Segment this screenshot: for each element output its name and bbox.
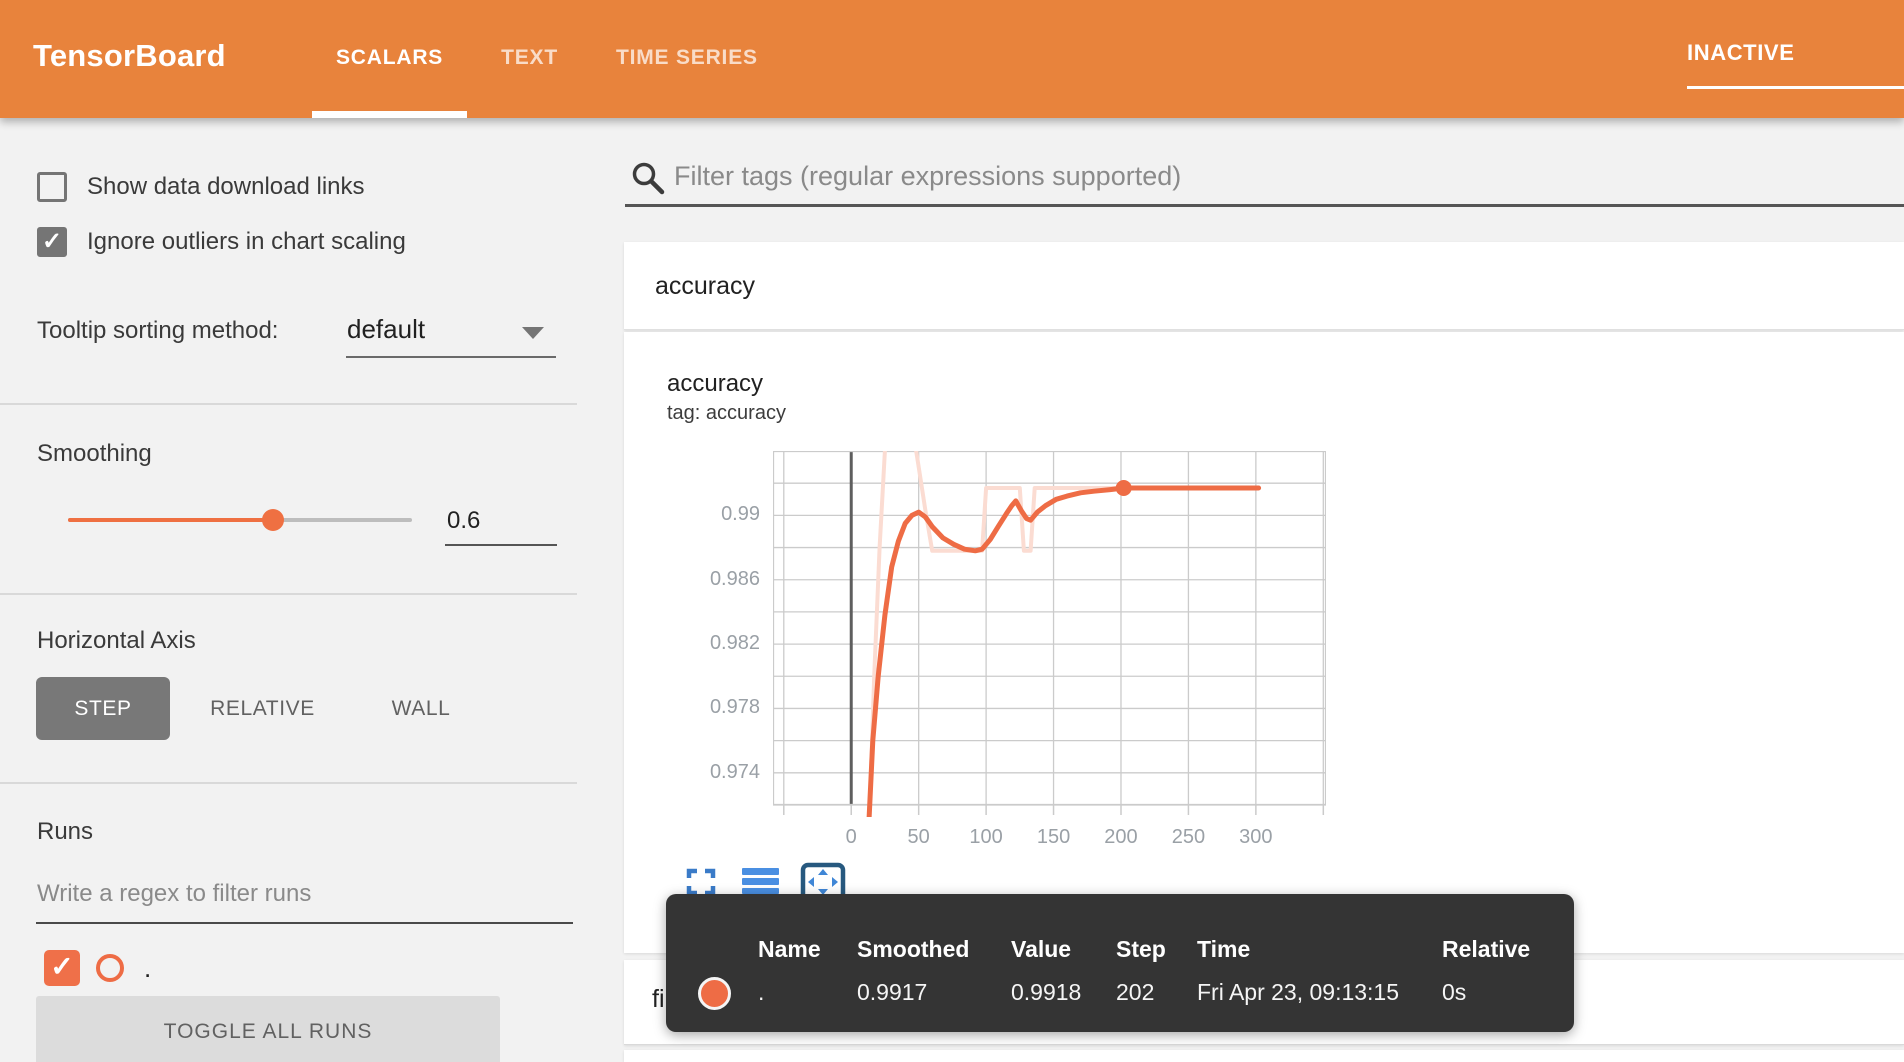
horizontal-axis-label: Horizontal Axis: [37, 627, 196, 655]
chart-tag: tag: accuracy: [667, 402, 786, 425]
smoothing-value[interactable]: 0.6: [447, 507, 480, 535]
smoothing-value-underline: [445, 544, 557, 546]
section-title: accuracy: [655, 242, 755, 330]
app-header: TensorBoard SCALARS TEXT TIME SERIES INA…: [0, 0, 1904, 118]
divider: [0, 403, 577, 405]
checkbox-unchecked-icon[interactable]: [37, 172, 67, 202]
runs-filter-underline: [36, 922, 573, 924]
checkbox-label: Ignore outliers in chart scaling: [87, 228, 406, 256]
tooltip-value-time: Fri Apr 23, 09:13:15: [1197, 979, 1399, 1006]
divider: [0, 593, 577, 595]
runs-filter-input[interactable]: [37, 880, 537, 908]
chart-title: accuracy: [667, 370, 763, 398]
axis-button-relative[interactable]: RELATIVE: [190, 677, 335, 740]
smoothing-label: Smoothing: [37, 440, 152, 468]
divider: [0, 782, 577, 784]
dropdown-underline: [346, 356, 556, 358]
axis-button-wall[interactable]: WALL: [356, 677, 486, 740]
smoothing-slider-thumb[interactable]: [262, 509, 284, 531]
tooltip-value-step: 202: [1116, 979, 1154, 1006]
run-color-swatch-icon: [698, 977, 731, 1010]
y-tick-label: 0.978: [624, 696, 760, 719]
tooltip-value-name: .: [758, 979, 764, 1006]
y-tick-label: 0.986: [624, 568, 760, 591]
tooltip-sorting-label: Tooltip sorting method:: [37, 317, 278, 345]
run-name: .: [144, 953, 151, 984]
y-tick-label: 0.99: [624, 503, 760, 526]
tooltip-value-smoothed: 0.9917: [857, 979, 927, 1006]
filter-tags-underline: [625, 204, 1904, 207]
chart-hover-tooltip: Name Smoothed Value Step Time Relative .…: [666, 894, 1574, 1032]
settings-sidebar: Show data download links ✓ Ignore outlie…: [0, 118, 577, 1062]
tooltip-value-relative: 0s: [1442, 979, 1466, 1006]
tooltip-header-time: Time: [1197, 936, 1250, 963]
x-tick-label: 200: [1091, 826, 1151, 849]
run-checkbox-checked-icon[interactable]: ✓: [44, 950, 80, 986]
tooltip-header-relative: Relative: [1442, 936, 1530, 963]
data-table-icon[interactable]: [742, 868, 780, 896]
axis-button-step[interactable]: STEP: [36, 677, 170, 740]
tooltip-sorting-dropdown[interactable]: default: [347, 314, 425, 345]
x-tick-label: 300: [1226, 826, 1286, 849]
runs-label: Runs: [37, 818, 93, 846]
show-download-links-checkbox[interactable]: Show data download links: [37, 172, 365, 202]
chevron-down-icon[interactable]: [522, 327, 544, 339]
app-title: TensorBoard: [33, 0, 226, 118]
smoothing-slider-fill: [68, 518, 273, 522]
filter-tags-input[interactable]: [674, 161, 1824, 192]
toggle-all-runs-button[interactable]: TOGGLE ALL RUNS: [36, 996, 500, 1062]
accuracy-plot[interactable]: [773, 451, 1326, 817]
tooltip-value-value: 0.9918: [1011, 979, 1081, 1006]
tab-bar: SCALARS TEXT TIME SERIES: [312, 0, 792, 118]
tooltip-header-value: Value: [1011, 936, 1071, 963]
expand-chart-icon[interactable]: [686, 868, 716, 896]
accuracy-section-card[interactable]: accuracy: [624, 242, 1904, 330]
status-underline: [1687, 86, 1904, 89]
checkbox-label: Show data download links: [87, 173, 365, 201]
run-row: ✓ .: [44, 950, 151, 986]
checkbox-checked-icon[interactable]: ✓: [37, 227, 67, 257]
tab-text[interactable]: TEXT: [477, 0, 582, 118]
next-section-card: [624, 1050, 1904, 1062]
tooltip-header-step: Step: [1116, 936, 1166, 963]
x-tick-label: 150: [1024, 826, 1084, 849]
x-tick-label: 100: [956, 826, 1016, 849]
x-tick-label: 50: [889, 826, 949, 849]
x-tick-label: 250: [1158, 826, 1218, 849]
tooltip-header-name: Name: [758, 936, 821, 963]
tab-scalars[interactable]: SCALARS: [312, 0, 467, 118]
y-tick-label: 0.974: [624, 761, 760, 784]
tab-time-series[interactable]: TIME SERIES: [592, 0, 782, 118]
x-tick-label: 0: [821, 826, 881, 849]
tooltip-header-smoothed: Smoothed: [857, 936, 969, 963]
y-tick-label: 0.982: [624, 632, 760, 655]
accuracy-plot-svg: [773, 451, 1326, 817]
run-color-swatch-icon[interactable]: [96, 954, 124, 982]
search-icon: [630, 160, 666, 196]
accuracy-chart-card: accuracy tag: accuracy 0.99 0.986 0.982 0.9…: [624, 332, 1904, 953]
status-badge[interactable]: INACTIVE: [1687, 40, 1794, 66]
ignore-outliers-checkbox[interactable]: ✓ Ignore outliers in chart scaling: [37, 227, 406, 257]
